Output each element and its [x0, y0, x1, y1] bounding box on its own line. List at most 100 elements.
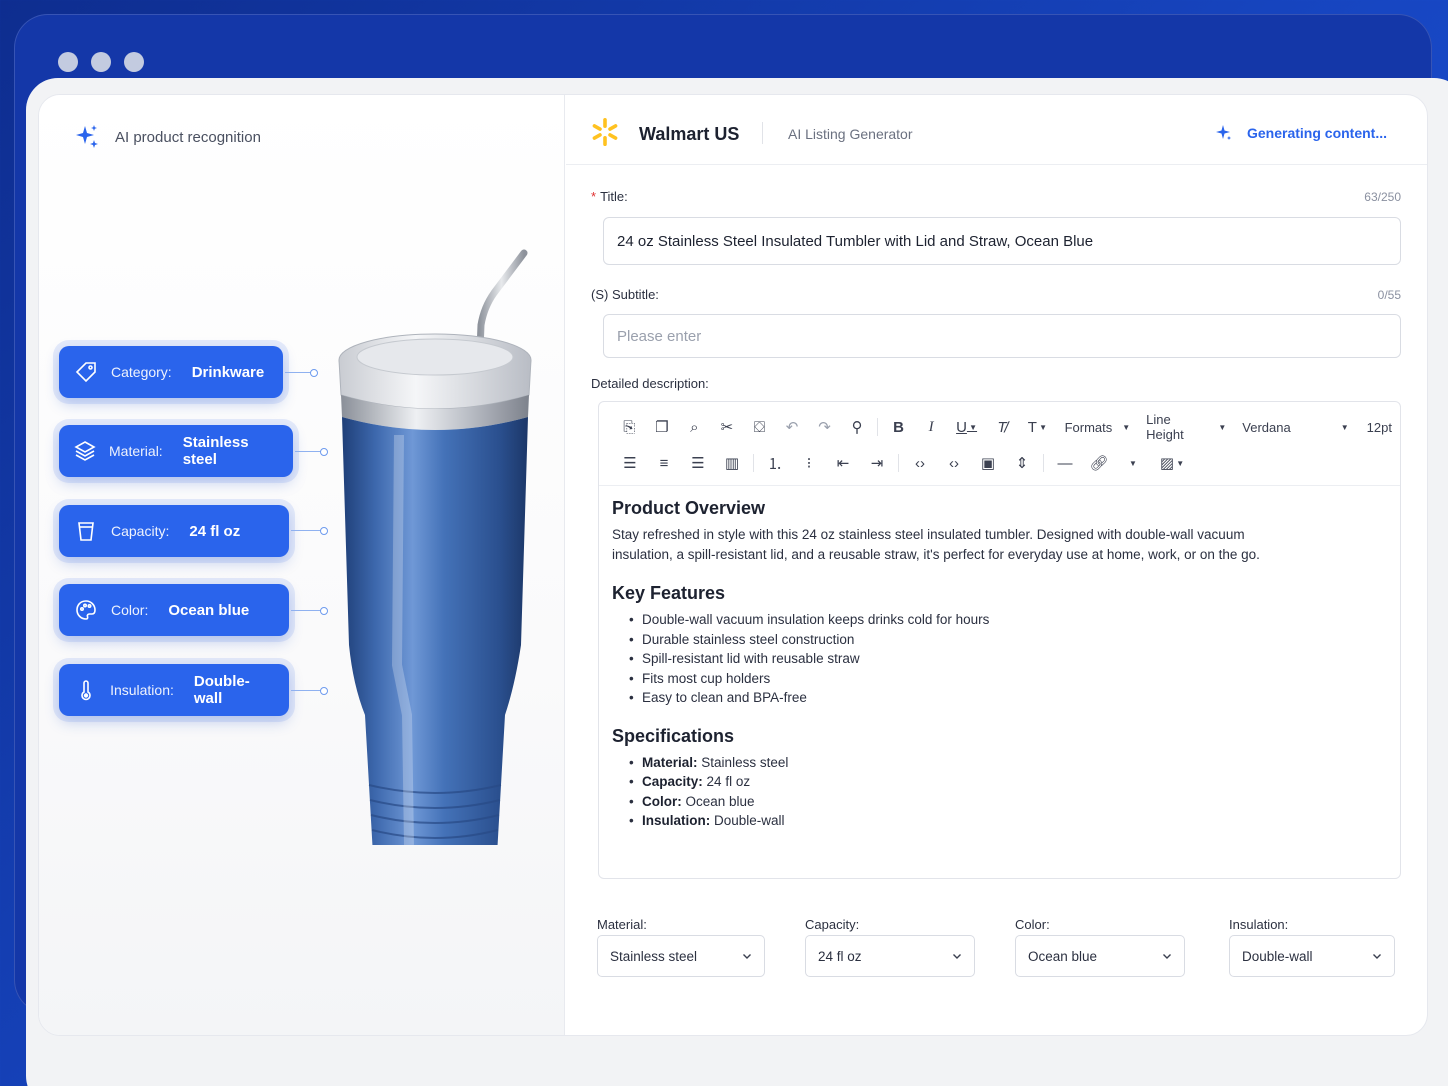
- chevron-down-icon: [953, 954, 961, 959]
- paste-text-icon[interactable]: ⎘: [613, 414, 646, 440]
- attr-value: Double-wall: [193, 673, 250, 707]
- window-dot-minimize[interactable]: [91, 52, 111, 72]
- underline-icon[interactable]: U ▼: [947, 414, 985, 440]
- attr-value: Ocean blue: [168, 601, 250, 619]
- connector-line: [291, 527, 328, 535]
- attr-pill-insulation[interactable]: Insulation: Double-wall: [59, 664, 289, 716]
- palette-icon: [73, 597, 99, 623]
- insulation-select[interactable]: Double-wall: [1229, 935, 1395, 977]
- list-item: Material: Stainless steel: [629, 753, 1272, 773]
- capacity-select-value: 24 fl oz: [818, 948, 862, 964]
- cut-icon[interactable]: ✂: [711, 414, 744, 440]
- overview-text: Stay refreshed in style with this 24 oz …: [612, 527, 1260, 562]
- features-heading: Key Features: [612, 583, 726, 603]
- link-options-chevron-down-icon[interactable]: ▼: [1116, 450, 1150, 476]
- list-item: Color: Ocean blue: [629, 792, 1272, 812]
- capacity-select[interactable]: 24 fl oz: [805, 935, 975, 977]
- bullet-list-icon[interactable]: ⁝: [792, 450, 826, 476]
- specs-list: Material: Stainless steel Capacity: 24 f…: [612, 753, 1272, 831]
- title-char-counter: 63/250: [1364, 190, 1401, 204]
- product-image-tumbler: [338, 249, 532, 845]
- horizontal-rule-icon[interactable]: —: [1048, 450, 1082, 476]
- chevron-down-icon: ▼: [1218, 422, 1227, 432]
- clear-format-icon[interactable]: T̸: [986, 414, 1019, 440]
- indent-icon[interactable]: ⇥: [860, 450, 894, 476]
- spec-value: Ocean blue: [685, 793, 755, 809]
- overview-heading: Product Overview: [612, 498, 766, 518]
- attr-pill-color[interactable]: Color: Ocean blue: [59, 584, 289, 636]
- header-divider: [762, 122, 763, 144]
- spec-key: Capacity:: [642, 774, 703, 789]
- chevron-down-icon: [1373, 954, 1381, 959]
- list-item: Double-wall vacuum insulation keeps drin…: [629, 610, 1272, 630]
- attr-label: Material:: [109, 443, 163, 459]
- redo-icon[interactable]: ↷: [808, 414, 841, 440]
- window-controls: [58, 52, 144, 72]
- color-select-value: Ocean blue: [1028, 948, 1098, 964]
- editor-content[interactable]: Product Overview Stay refreshed in style…: [612, 498, 1272, 849]
- list-item: Spill-resistant lid with reusable straw: [629, 649, 1272, 669]
- source-code-icon[interactable]: ‹›: [937, 450, 971, 476]
- toolbar-divider: [877, 418, 879, 436]
- list-item: Durable stainless steel construction: [629, 630, 1272, 650]
- undo-icon[interactable]: ↶: [776, 414, 809, 440]
- list-item: Easy to clean and BPA-free: [629, 688, 1272, 708]
- attr-pill-material[interactable]: Material: Stainless steel: [59, 425, 293, 477]
- cup-icon: [73, 518, 99, 544]
- title-input[interactable]: [603, 217, 1401, 265]
- ai-recognition-title: AI product recognition: [115, 128, 261, 146]
- subtitle-char-counter: 0/55: [1377, 288, 1401, 302]
- code-icon[interactable]: ‹›: [903, 450, 937, 476]
- specs-heading: Specifications: [612, 725, 735, 746]
- attr-pill-category[interactable]: Category: Drinkware: [59, 346, 283, 398]
- line-height-dropdown[interactable]: Line Height ▼: [1138, 412, 1234, 442]
- attr-label: Capacity:: [111, 523, 170, 539]
- search-replace-icon[interactable]: ⌕: [678, 414, 711, 440]
- outdent-icon[interactable]: ⇤: [826, 450, 860, 476]
- chevron-down-icon: ▼: [1174, 458, 1185, 468]
- connector-line: [291, 607, 328, 615]
- formats-dropdown[interactable]: Formats ▼: [1057, 420, 1139, 435]
- align-justify-icon[interactable]: ▥: [715, 450, 749, 476]
- italic-icon[interactable]: I: [915, 414, 948, 440]
- chevron-down-icon: ▼: [1340, 422, 1349, 432]
- font-family-dropdown[interactable]: Verdana ▼: [1234, 420, 1356, 435]
- material-select[interactable]: Stainless steel: [597, 935, 765, 977]
- align-right-icon[interactable]: ☰: [681, 450, 715, 476]
- connector-line: [291, 687, 328, 695]
- attr-value: 24 fl oz: [189, 522, 241, 540]
- format-painter-icon[interactable]: ⛋: [743, 414, 776, 440]
- subtitle-label: (S) Subtitle:: [591, 287, 659, 302]
- bold-icon[interactable]: B: [882, 414, 915, 440]
- required-marker: *: [591, 189, 597, 204]
- link-icon[interactable]: 🔗︎: [1082, 450, 1116, 476]
- text-style-icon[interactable]: T ▼: [1018, 414, 1056, 440]
- toolbar-divider: [753, 454, 754, 472]
- subtitle-input[interactable]: [603, 314, 1401, 358]
- align-center-icon[interactable]: ≡: [647, 450, 681, 476]
- toolbar-divider: [1043, 454, 1044, 472]
- copy-icon[interactable]: ❐: [646, 414, 679, 440]
- window-dot-maximize[interactable]: [124, 52, 144, 72]
- chevron-down-icon: ▼: [1036, 422, 1048, 432]
- attr-label: Color:: [111, 602, 149, 618]
- find-icon[interactable]: ⚲: [841, 414, 874, 440]
- attr-pill-capacity[interactable]: Capacity: 24 fl oz: [59, 505, 289, 557]
- media-icon[interactable]: ▨ ▼: [1150, 450, 1194, 476]
- material-select-label: Material:: [597, 917, 647, 932]
- font-size-dropdown[interactable]: 12pt: [1357, 420, 1400, 435]
- chevron-down-icon: [1163, 954, 1171, 959]
- description-label: Detailed description:: [591, 376, 709, 391]
- numbered-list-icon[interactable]: ⒈: [758, 450, 792, 476]
- attr-value: Drinkware: [191, 363, 265, 381]
- color-select[interactable]: Ocean blue: [1015, 935, 1185, 977]
- window-dot-close[interactable]: [58, 52, 78, 72]
- walmart-spark-logo: [592, 118, 618, 146]
- align-left-icon[interactable]: ☰: [613, 450, 647, 476]
- color-select-label: Color:: [1015, 917, 1050, 932]
- line-spacing-icon[interactable]: ⇕: [1005, 450, 1039, 476]
- generation-status-text: Generating content...: [1246, 125, 1387, 141]
- attr-value: Stainless steel: [182, 434, 249, 468]
- list-item: Fits most cup holders: [629, 669, 1272, 689]
- image-icon[interactable]: ▣: [971, 450, 1005, 476]
